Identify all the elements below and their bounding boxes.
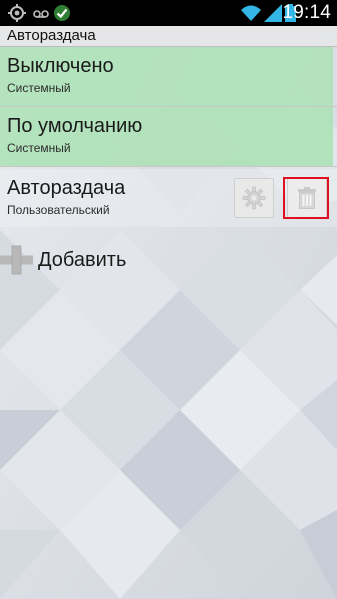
list-item-title: По умолчанию (7, 115, 143, 137)
list-item-default[interactable]: По умолчанию Системный (0, 107, 337, 167)
delete-button[interactable] (287, 178, 327, 218)
status-time: 19:14 (282, 2, 331, 23)
trash-icon (298, 187, 316, 209)
list-item-title: Автораздача (7, 177, 126, 199)
action-bar: Автораздача (0, 26, 337, 47)
add-label: Добавить (38, 249, 127, 271)
list-item-subtitle: Системный (7, 81, 71, 95)
list-item-autoraz[interactable]: Автораздача Пользовательский (0, 169, 337, 227)
list-item-subtitle: Системный (7, 141, 71, 155)
gear-icon (242, 186, 266, 210)
page-title: Автораздача (7, 27, 96, 44)
voicemail-icon (33, 10, 49, 18)
plus-icon (0, 245, 33, 275)
wifi-icon (241, 5, 261, 21)
settings-button[interactable] (234, 178, 274, 218)
list-item-subtitle: Пользовательский (7, 203, 110, 217)
signal-icon (264, 4, 282, 22)
list-item-title: Выключено (7, 55, 114, 77)
gps-icon (8, 4, 26, 22)
divider (0, 166, 337, 167)
check-icon (54, 5, 70, 21)
list-item-off[interactable]: Выключено Системный (0, 47, 337, 107)
add-profile-row[interactable]: Добавить (0, 240, 337, 280)
status-bar: 19:14 (0, 0, 337, 26)
